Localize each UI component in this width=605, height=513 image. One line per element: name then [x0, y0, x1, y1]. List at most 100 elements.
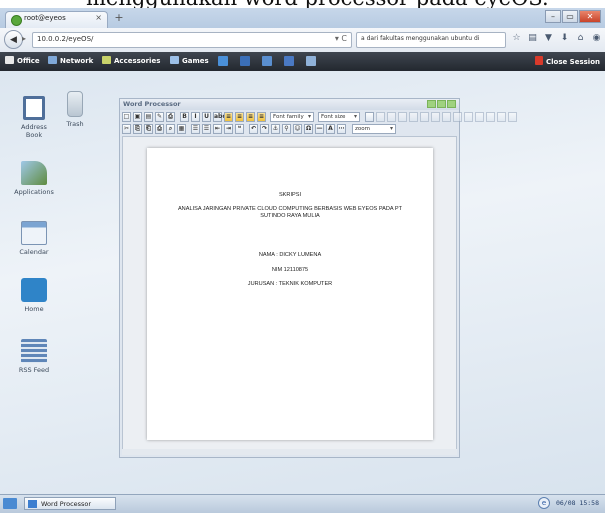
- document-title: SKRIPSI: [278, 192, 302, 198]
- browser-window: root@eyeos × + – ▭ ✕ ◀ ▸ 10.0.0.2/eyeOS/…: [0, 8, 605, 513]
- desktop-icon-trash[interactable]: Trash: [55, 91, 95, 128]
- toolbar-button[interactable]: ⇥: [224, 124, 233, 134]
- font-size-select[interactable]: Font size ▾: [318, 112, 360, 122]
- toolbar-button[interactable]: [398, 112, 407, 122]
- font-family-select[interactable]: Font family ▾: [270, 112, 314, 122]
- home-icon[interactable]: ⌂: [576, 33, 585, 43]
- desktop-icon-applications[interactable]: Applications: [14, 161, 54, 196]
- toolbar-button[interactable]: [431, 112, 440, 122]
- download-icon[interactable]: ⬇: [560, 33, 569, 43]
- minimize-button[interactable]: –: [545, 10, 561, 23]
- star-icon[interactable]: ☆: [512, 33, 521, 43]
- menu-network[interactable]: Network: [48, 56, 93, 65]
- toolbar-button[interactable]: ↷: [260, 124, 269, 134]
- toolbar-button[interactable]: —: [315, 124, 324, 134]
- toolbar-button[interactable]: ⎙: [155, 124, 164, 134]
- wp-close-button[interactable]: [447, 100, 456, 108]
- quick-launch-icon[interactable]: [262, 56, 272, 66]
- wp-maximize-button[interactable]: [437, 100, 446, 108]
- menu-games[interactable]: Games: [170, 56, 209, 65]
- toolbar-button[interactable]: [387, 112, 396, 122]
- quick-launch-icon[interactable]: [218, 56, 228, 66]
- desktop-icon-calendar[interactable]: Calendar: [14, 221, 54, 256]
- desktop-icon-address-book[interactable]: Address Book: [14, 96, 54, 139]
- underline-button[interactable]: U: [202, 112, 211, 122]
- word-processor-window: Word Processor □ ▣ ▤ ✎ ⎙ B I Uabc ≡ ≡ ≡ ≡ Font famil…: [119, 98, 517, 458]
- window-title: Word Processor: [123, 100, 181, 108]
- toolbar-button[interactable]: ⚲: [282, 124, 291, 134]
- clipboard-icon[interactable]: ▤: [528, 33, 537, 43]
- toolbar-button[interactable]: [365, 112, 374, 122]
- games-icon: [170, 56, 179, 64]
- reload-icon[interactable]: ▾ C: [335, 34, 347, 43]
- save-icon[interactable]: ▤: [144, 112, 153, 122]
- close-session-button[interactable]: Close Session: [534, 56, 600, 66]
- toolbar-button[interactable]: [453, 112, 462, 122]
- search-input[interactable]: a dari fakultas menggunakan ubuntu di: [356, 32, 506, 48]
- align-left-button[interactable]: ≡: [224, 112, 233, 122]
- forward-icon[interactable]: ▸: [22, 34, 26, 43]
- document-name: NAMA : DICKY LUMENA: [258, 252, 322, 258]
- toolbar-button[interactable]: ☺: [293, 124, 302, 134]
- tray-icon[interactable]: e: [538, 497, 550, 509]
- zoom-select[interactable]: zoom ▾: [352, 124, 396, 134]
- toolbar-button[interactable]: [376, 112, 385, 122]
- address-bar[interactable]: 10.0.0.2/eyeOS/ ▾ C: [32, 32, 352, 48]
- justify-button[interactable]: ≡: [257, 112, 266, 122]
- italic-button[interactable]: I: [191, 112, 200, 122]
- document-page[interactable]: SKRIPSI ANALISA JARINGAN PRIVATE CLOUD C…: [147, 148, 433, 440]
- quick-launch-icon[interactable]: [240, 56, 250, 66]
- sync-icon[interactable]: ◉: [592, 33, 601, 43]
- word-processor-titlebar[interactable]: Word Processor: [120, 99, 459, 110]
- tab-close-icon[interactable]: ×: [95, 13, 102, 22]
- toolbar-button[interactable]: [464, 112, 473, 122]
- align-center-button[interactable]: ≡: [235, 112, 244, 122]
- edit-icon[interactable]: ✎: [155, 112, 164, 122]
- toolbar-button[interactable]: ❝: [235, 124, 244, 134]
- toolbar-button[interactable]: ↶: [249, 124, 258, 134]
- desktop-icon-rss-feed[interactable]: RSS Feed: [14, 339, 54, 374]
- print-icon[interactable]: ⎙: [166, 112, 175, 122]
- toolbar-button[interactable]: ✂: [122, 124, 131, 134]
- toolbar-button[interactable]: Ω: [304, 124, 313, 134]
- toolbar-button[interactable]: [409, 112, 418, 122]
- toolbar-button[interactable]: ⚓: [271, 124, 280, 134]
- toolbar-button[interactable]: ▦: [177, 124, 186, 134]
- strike-button[interactable]: abc: [213, 112, 226, 122]
- open-icon[interactable]: ▣: [133, 112, 142, 122]
- toolbar-icons: ☆ ▤ ▼ ⬇ ⌂ ◉ ≡: [512, 33, 605, 43]
- close-window-button[interactable]: ✕: [579, 10, 601, 23]
- toolbar-button[interactable]: ⋯: [337, 124, 346, 134]
- quick-launch-icon[interactable]: [284, 56, 294, 66]
- menu-office[interactable]: Office: [5, 56, 40, 65]
- toolbar-button[interactable]: ⎗: [144, 124, 153, 134]
- toolbar-button[interactable]: [442, 112, 451, 122]
- new-doc-icon[interactable]: □: [122, 112, 131, 122]
- quick-launch-icon[interactable]: [306, 56, 316, 66]
- toolbar-button[interactable]: ⌕: [166, 124, 175, 134]
- rss-feed-icon: [21, 339, 47, 363]
- toolbar-button[interactable]: ⇤: [213, 124, 222, 134]
- browser-tab[interactable]: root@eyeos ×: [5, 11, 108, 28]
- window-controls: – ▭ ✕: [545, 10, 601, 24]
- new-tab-button[interactable]: +: [112, 11, 126, 25]
- toolbar-button[interactable]: ⎘: [133, 124, 142, 134]
- back-button[interactable]: ◀: [4, 30, 23, 49]
- search-text: a dari fakultas menggunakan ubuntu di: [361, 35, 480, 42]
- toolbar-button[interactable]: ☰: [191, 124, 200, 134]
- toolbar-button[interactable]: [475, 112, 484, 122]
- toolbar-button[interactable]: [420, 112, 429, 122]
- toolbar-button[interactable]: ☰: [202, 124, 211, 134]
- toolbar-button[interactable]: A: [326, 124, 335, 134]
- pocket-icon[interactable]: ▼: [544, 33, 553, 43]
- toolbar-button[interactable]: [508, 112, 517, 122]
- align-right-button[interactable]: ≡: [246, 112, 255, 122]
- wp-minimize-button[interactable]: [427, 100, 436, 108]
- editor-area[interactable]: SKRIPSI ANALISA JARINGAN PRIVATE CLOUD C…: [122, 136, 457, 453]
- toolbar-button[interactable]: [497, 112, 506, 122]
- toolbar-button[interactable]: [486, 112, 495, 122]
- bold-button[interactable]: B: [180, 112, 189, 122]
- maximize-button[interactable]: ▭: [562, 10, 578, 23]
- desktop-icon-home[interactable]: Home: [14, 278, 54, 313]
- menu-accessories[interactable]: Accessories: [102, 56, 160, 65]
